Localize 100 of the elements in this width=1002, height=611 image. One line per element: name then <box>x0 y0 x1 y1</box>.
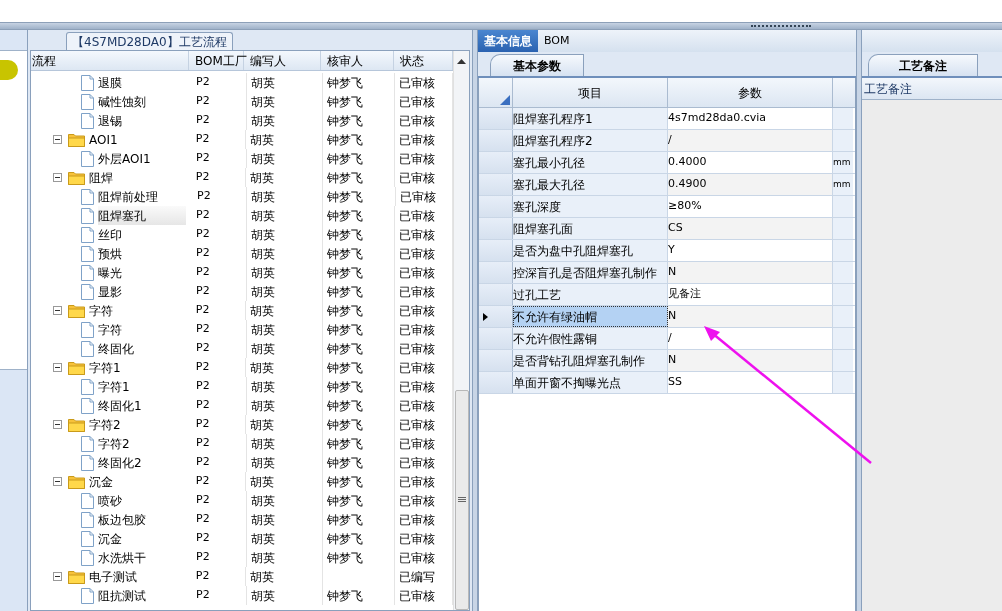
tree-item[interactable]: 电子测试 <box>89 567 177 586</box>
table-cell-text: 已编写 <box>399 568 436 586</box>
table-cell <box>833 350 853 371</box>
collapse-icon[interactable] <box>53 477 62 486</box>
table-cell-text: 已审核 <box>399 435 436 453</box>
table-cell[interactable]: 塞孔最小孔径 <box>513 152 668 173</box>
table-cell: P2 <box>196 435 210 452</box>
table-cell[interactable]: 阻焊塞孔程序1 <box>513 108 668 129</box>
table-cell[interactable]: CS <box>668 218 833 239</box>
collapse-icon[interactable] <box>53 173 62 182</box>
table-cell[interactable]: 阻焊塞孔程序2 <box>513 130 668 151</box>
table-cell-text: 已审核 <box>399 530 436 548</box>
column-header[interactable]: 核审人 <box>321 51 394 70</box>
tree-item[interactable]: 喷砂 <box>98 491 162 510</box>
table-cell[interactable]: 控深盲孔是否阻焊塞孔制作 <box>513 262 668 283</box>
table-cell[interactable]: / <box>668 328 833 349</box>
notes-area[interactable]: 工艺备注 <box>862 78 1002 611</box>
table-cell-text: 钟梦飞 <box>327 74 363 92</box>
tree-item[interactable]: 阻焊前处理 <box>98 187 198 206</box>
table-cell[interactable]: 不允许有绿油帽 <box>513 306 668 327</box>
collapse-icon[interactable] <box>53 363 62 372</box>
table-cell <box>833 108 853 129</box>
tree-item[interactable]: 退锡 <box>98 111 162 130</box>
tree-item[interactable]: 显影 <box>98 282 162 301</box>
tree-item[interactable]: 退膜 <box>98 73 162 92</box>
table-cell-text: 钟梦飞 <box>326 359 363 377</box>
tree-item[interactable]: 字符1 <box>89 358 161 377</box>
tree-item[interactable]: 字符 <box>89 301 153 320</box>
tree-item[interactable]: 终固化2 <box>98 453 182 472</box>
table-cell: P2 <box>196 74 210 91</box>
document-icon <box>81 245 94 262</box>
table-cell[interactable]: 0.4900 <box>668 174 833 195</box>
tree-item[interactable]: 字符 <box>98 320 162 339</box>
column-header[interactable]: 参数 <box>668 78 833 107</box>
tree-item[interactable]: 板边包胶 <box>98 510 186 529</box>
tree-item[interactable]: 丝印 <box>98 225 162 244</box>
table-cell[interactable]: 过孔工艺 <box>513 284 668 305</box>
collapse-icon[interactable] <box>53 420 62 429</box>
table-cell: P2 <box>196 150 210 167</box>
tab[interactable]: 工艺备注 <box>868 54 978 76</box>
tree-item[interactable]: 字符1 <box>98 377 170 396</box>
table-cell-text: 钟梦飞 <box>327 283 363 301</box>
tree-item[interactable]: 外层AOI1 <box>98 149 191 168</box>
folder-icon <box>68 360 85 375</box>
tree-item[interactable]: 沉金 <box>89 472 153 491</box>
table-cell-text: 钟梦飞 <box>327 378 363 396</box>
tree-item[interactable]: 沉金 <box>98 529 162 548</box>
tree-item[interactable]: 阻焊塞孔 <box>98 206 186 225</box>
table-cell[interactable]: 不允许假性露铜 <box>513 328 668 349</box>
document-icon <box>81 511 94 528</box>
tree-item[interactable]: 字符2 <box>89 415 161 434</box>
splitter-bar[interactable] <box>0 22 1002 30</box>
tab[interactable]: BOM <box>538 30 576 52</box>
table-cell-text: 已审核 <box>399 416 436 434</box>
tree-item[interactable]: 字符2 <box>98 434 170 453</box>
table-cell[interactable]: 单面开窗不掏曝光点 <box>513 372 668 393</box>
table-cell[interactable]: 阻焊塞孔面 <box>513 218 668 239</box>
table-cell[interactable]: 4s7md28da0.cvia <box>668 108 833 129</box>
collapse-icon[interactable] <box>53 135 62 144</box>
table-cell[interactable]: 塞孔最大孔径 <box>513 174 668 195</box>
table-cell-text: 钟梦飞 <box>327 321 363 339</box>
tree-item[interactable]: AOI1 <box>89 130 158 149</box>
table-cell: P2 <box>196 264 210 281</box>
collapse-icon[interactable] <box>53 572 62 581</box>
tab[interactable]: 基本参数 <box>490 54 584 76</box>
scrollbar[interactable] <box>453 51 469 610</box>
table-cell[interactable]: 0.4000 <box>668 152 833 173</box>
column-header[interactable]: 项目 <box>513 78 668 107</box>
table-cell[interactable]: 塞孔深度 <box>513 196 668 217</box>
table-cell-text: 钟梦飞 <box>327 93 363 111</box>
table-cell: P2 <box>196 530 210 547</box>
document-icon <box>81 264 94 281</box>
table-cell[interactable]: 是否背钻孔阻焊塞孔制作 <box>513 350 668 371</box>
document-icon <box>81 492 94 509</box>
splitter-bar[interactable] <box>856 30 862 611</box>
table-cell[interactable]: N <box>668 262 833 283</box>
tree-item[interactable]: 曝光 <box>98 263 162 282</box>
tree-item[interactable]: 终固化 <box>98 339 174 358</box>
tree-item[interactable]: 阻抗测试 <box>98 586 186 605</box>
collapse-icon[interactable] <box>53 306 62 315</box>
table-cell[interactable]: ≥80% <box>668 196 833 217</box>
tree-item[interactable]: 预烘 <box>98 244 162 263</box>
table-cell[interactable]: 是否为盘中孔阻焊塞孔 <box>513 240 668 261</box>
table-cell[interactable]: / <box>668 130 833 151</box>
table-cell[interactable]: N <box>668 350 833 371</box>
column-header[interactable]: 流程 <box>31 51 189 70</box>
table-cell[interactable]: N <box>668 306 833 327</box>
table-cell-text: 胡英 <box>250 74 275 92</box>
table-cell-text: 钟梦飞 <box>327 397 363 415</box>
tree-item[interactable]: 碱性蚀刻 <box>98 92 186 111</box>
scroll-thumb[interactable] <box>454 390 469 610</box>
table-cell-text: 钟梦飞 <box>326 473 363 491</box>
row-header[interactable] <box>479 306 513 327</box>
tab[interactable]: 基本信息 <box>478 30 538 52</box>
table-cell[interactable]: SS <box>668 372 833 393</box>
table-cell[interactable]: 见备注 <box>668 284 833 305</box>
tree-item[interactable]: 阻焊 <box>89 168 153 187</box>
tree-item[interactable]: 终固化1 <box>98 396 182 415</box>
tree-item[interactable]: 水洗烘干 <box>98 548 186 567</box>
table-cell[interactable]: Y <box>668 240 833 261</box>
